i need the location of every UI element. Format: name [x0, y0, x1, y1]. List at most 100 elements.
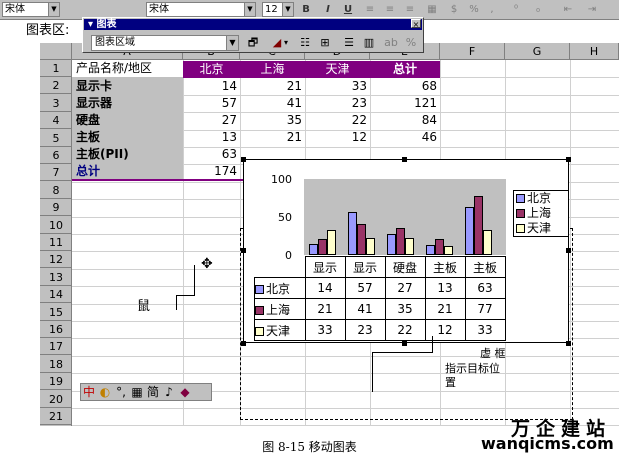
table-cell[interactable]: 41: [240, 95, 305, 112]
bar[interactable]: [444, 245, 453, 255]
table-cell[interactable]: 63: [183, 146, 240, 163]
row-header[interactable]: 3: [40, 95, 72, 112]
table-cell[interactable]: 22: [305, 112, 370, 129]
row-header[interactable]: 6: [40, 147, 72, 164]
bar[interactable]: [348, 211, 357, 255]
ime-status-bar[interactable]: 中 ◐ °, ▦ 简 ♪ ◆: [80, 383, 212, 401]
decrease-decimal-icon[interactable]: ₀: [530, 2, 546, 17]
row-header[interactable]: 14: [40, 286, 72, 304]
underline-button[interactable]: U: [340, 2, 356, 17]
legend-icon[interactable]: ☷: [295, 35, 315, 51]
row-header[interactable]: 12: [40, 251, 72, 269]
ime-simplified-button[interactable]: 简: [145, 384, 161, 400]
data-table-icon[interactable]: ⊞: [315, 35, 335, 51]
row-header[interactable]: 15: [40, 304, 72, 321]
column-header[interactable]: G: [505, 43, 570, 60]
bar[interactable]: [387, 234, 396, 255]
table-cell[interactable]: 121: [370, 95, 440, 112]
row-header[interactable]: 7: [40, 164, 72, 182]
bar[interactable]: [357, 223, 366, 255]
row-label-total[interactable]: 总计: [76, 163, 100, 180]
row-header[interactable]: 11: [40, 234, 72, 251]
bar[interactable]: [366, 237, 375, 255]
row-header[interactable]: 16: [40, 321, 72, 338]
row-label[interactable]: 主板: [76, 129, 100, 146]
italic-button[interactable]: I: [320, 2, 336, 17]
name-box[interactable]: 图表区:: [26, 22, 86, 40]
align-right-icon[interactable]: ≡: [402, 2, 418, 17]
table-cell[interactable]: 35: [240, 112, 305, 129]
row-header[interactable]: 19: [40, 373, 72, 391]
resize-handle[interactable]: [402, 341, 407, 346]
bar[interactable]: [405, 238, 414, 255]
row-header[interactable]: 5: [40, 130, 72, 147]
row-header[interactable]: 1: [40, 60, 72, 77]
decrease-indent-icon[interactable]: ⇤: [560, 2, 576, 17]
ime-keyboard-button[interactable]: ▦: [129, 384, 145, 400]
table-cell[interactable]: 27: [183, 112, 240, 129]
table-cell-total[interactable]: 174: [183, 163, 240, 180]
resize-handle[interactable]: [566, 248, 571, 253]
ime-shape-button[interactable]: ◐: [97, 384, 113, 400]
ime-help-button[interactable]: ♪: [161, 384, 177, 400]
row-label[interactable]: 主板(PII): [76, 146, 129, 163]
table-header-label[interactable]: 产品名称/地区: [76, 60, 184, 77]
row-header[interactable]: 2: [40, 77, 72, 95]
row-header[interactable]: 21: [40, 408, 72, 425]
increase-decimal-icon[interactable]: ⁰: [508, 2, 524, 17]
row-header[interactable]: 13: [40, 269, 72, 286]
row-header[interactable]: 18: [40, 356, 72, 373]
bar[interactable]: [309, 244, 318, 255]
table-cell[interactable]: 68: [370, 78, 440, 95]
font-name-combo[interactable]: 宋体 ▼: [2, 2, 60, 17]
table-cell[interactable]: 46: [370, 129, 440, 146]
table-cell[interactable]: 23: [305, 95, 370, 112]
chart-data-table[interactable]: 显示 显示 硬盘 主板 主板 北京 14 57 27 13 63 上海 21 4…: [254, 256, 506, 341]
bar[interactable]: [327, 229, 336, 255]
align-center-icon[interactable]: ≡: [382, 2, 398, 17]
ime-mode-button[interactable]: 中: [81, 384, 97, 400]
resize-handle[interactable]: [566, 341, 571, 346]
format-chart-area-icon[interactable]: 🗗: [243, 35, 263, 51]
align-left-icon[interactable]: ≡: [362, 2, 378, 17]
bar[interactable]: [318, 239, 327, 255]
row-label[interactable]: 显示卡: [76, 78, 112, 95]
table-cell[interactable]: 21: [240, 78, 305, 95]
chart-toolbar-title[interactable]: ▾ 图表: [84, 19, 422, 30]
bar[interactable]: [465, 207, 474, 255]
angle-text-down-icon[interactable]: ab: [381, 35, 401, 51]
chart-legend[interactable]: 北京 上海 天津: [513, 190, 569, 237]
bar[interactable]: [483, 229, 492, 255]
table-cell[interactable]: 84: [370, 112, 440, 129]
row-header[interactable]: 8: [40, 182, 72, 199]
currency-icon[interactable]: $: [446, 2, 462, 17]
resize-handle[interactable]: [566, 157, 571, 162]
bar[interactable]: [426, 245, 435, 255]
resize-handle[interactable]: [241, 157, 246, 162]
table-cell[interactable]: 12: [305, 129, 370, 146]
row-header[interactable]: 9: [40, 199, 72, 217]
table-header-total[interactable]: 总计: [370, 61, 440, 78]
row-header[interactable]: 20: [40, 391, 72, 408]
table-header-region[interactable]: 天津: [305, 61, 370, 78]
close-icon[interactable]: ×: [411, 19, 421, 29]
comma-button[interactable]: ,: [484, 2, 500, 17]
bar[interactable]: [396, 228, 405, 255]
bold-button[interactable]: B: [298, 2, 314, 17]
table-cell[interactable]: 14: [183, 78, 240, 95]
by-column-icon[interactable]: ▥: [359, 35, 379, 51]
table-header-region[interactable]: 上海: [240, 61, 305, 78]
merge-center-icon[interactable]: ▦: [424, 2, 440, 17]
font-name-combo-2[interactable]: 宋体 ▼: [146, 2, 256, 17]
row-label[interactable]: 硬盘: [76, 112, 100, 129]
column-header[interactable]: F: [440, 43, 505, 60]
by-row-icon[interactable]: ☰: [339, 35, 359, 51]
chevron-down-icon[interactable]: ▾: [281, 35, 291, 51]
row-header[interactable]: 10: [40, 217, 72, 234]
resize-handle[interactable]: [241, 341, 246, 346]
percent-button[interactable]: %: [466, 2, 482, 17]
resize-handle[interactable]: [241, 248, 246, 253]
chart-object-select[interactable]: 图表区域 ▼: [91, 35, 239, 51]
resize-handle[interactable]: [402, 157, 407, 162]
select-all-corner[interactable]: [40, 43, 72, 60]
